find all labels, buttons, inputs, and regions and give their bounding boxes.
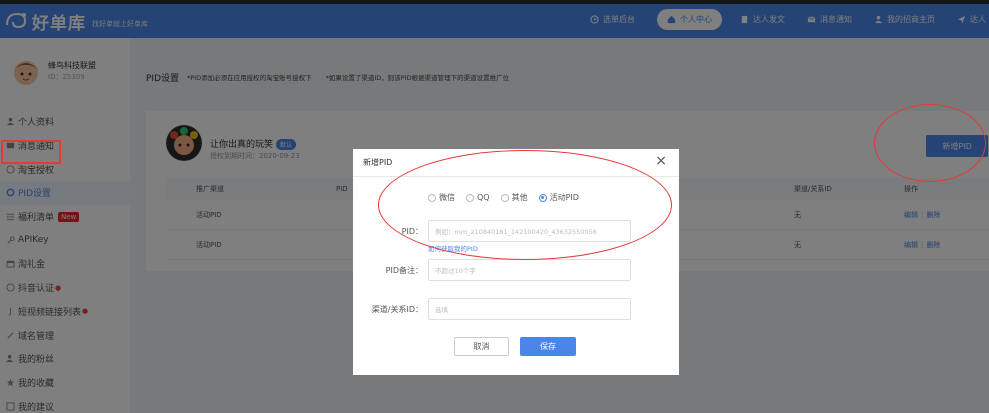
close-icon[interactable]: × [655, 153, 667, 169]
annotation-ellipse [874, 104, 986, 182]
save-button[interactable]: 保存 [520, 337, 576, 356]
channel-id-label: 渠道/关系ID： [371, 305, 423, 314]
channel-id-input[interactable]: 选填 [428, 298, 631, 320]
remark-input[interactable]: 不超过10个字 [428, 259, 631, 281]
remark-label: PID备注： [385, 266, 423, 275]
annotation-box [1, 140, 61, 164]
dialog-title: 新增PID [363, 158, 393, 167]
annotation-ellipse [378, 150, 672, 260]
cancel-button[interactable]: 取消 [454, 337, 509, 356]
